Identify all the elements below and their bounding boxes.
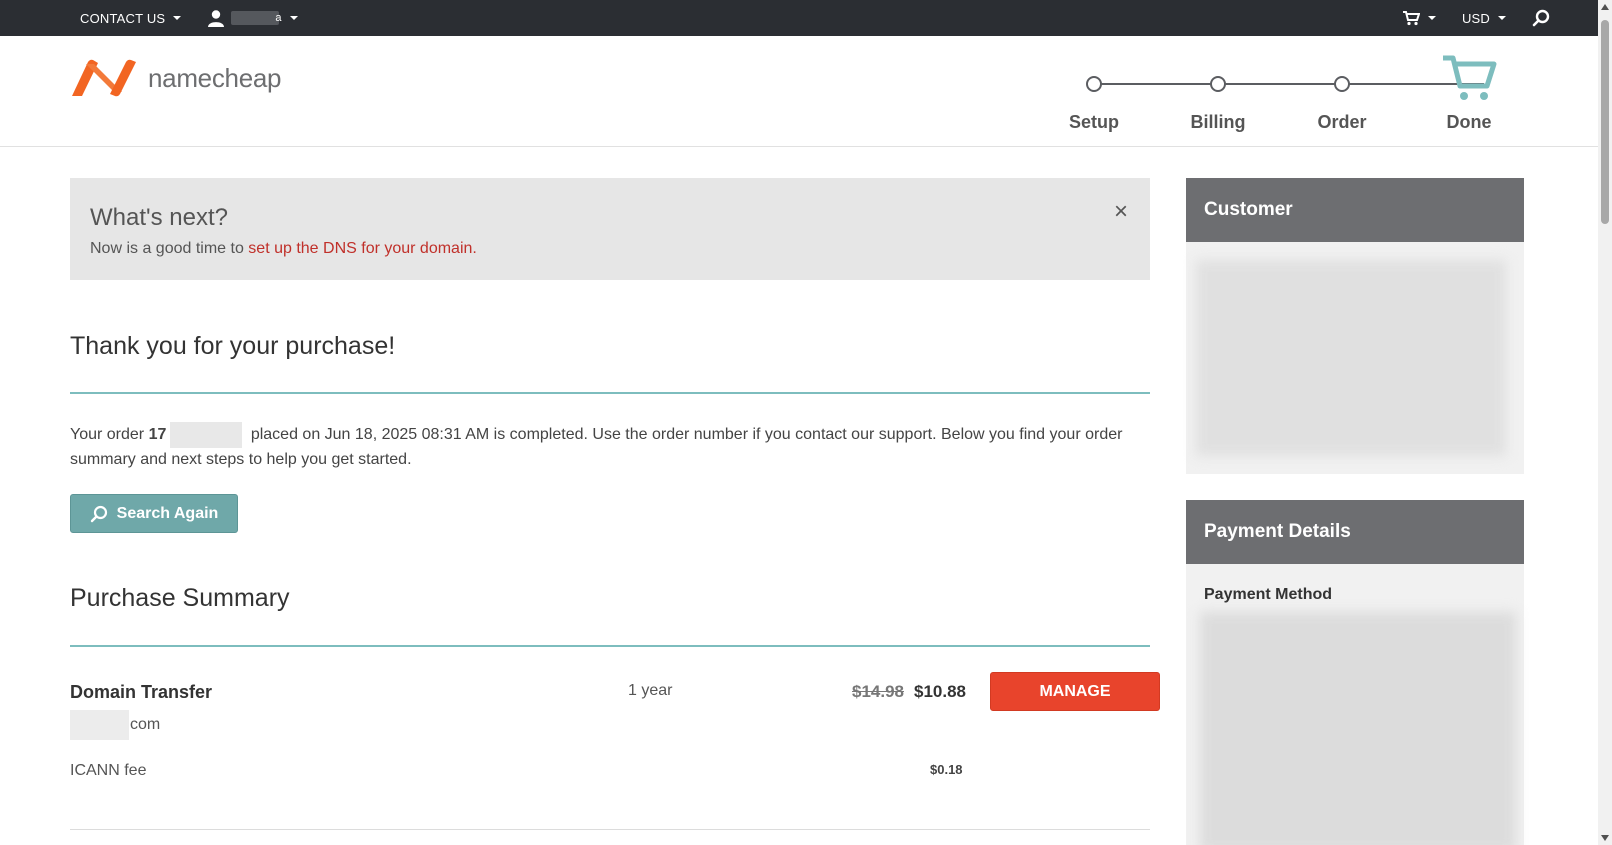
scrollbar-thumb[interactable] bbox=[1601, 20, 1609, 224]
dns-setup-link[interactable]: set up the DNS for your domain. bbox=[248, 240, 477, 257]
step-done-label: Done bbox=[1446, 112, 1492, 132]
page-title: Thank you for your purchase! bbox=[70, 332, 396, 360]
progress-line bbox=[1094, 83, 1484, 85]
whats-next-notice: What's next? Now is a good time to set u… bbox=[70, 178, 1150, 280]
product-name: Domain Transfer bbox=[70, 682, 213, 702]
cart-menu[interactable] bbox=[1402, 10, 1436, 26]
contact-us-menu[interactable]: CONTACT US bbox=[80, 10, 182, 26]
logo-text: namecheap bbox=[148, 62, 282, 93]
page: CONTACT US a USD namecheap Setup Billing… bbox=[0, 0, 1612, 845]
product-old-price: $14.98 bbox=[852, 682, 904, 701]
username-suffix: a bbox=[275, 12, 282, 24]
search-again-button[interactable]: Search Again bbox=[70, 494, 238, 533]
payment-details-panel: Payment Details Payment Method bbox=[1186, 500, 1524, 845]
currency-label: USD bbox=[1461, 10, 1490, 26]
order-number: 17 bbox=[148, 426, 167, 444]
currency-menu[interactable]: USD bbox=[1462, 11, 1506, 26]
whats-next-text: Now is a good time to set up the DNS for… bbox=[90, 240, 477, 258]
customer-panel-title: Customer bbox=[1186, 178, 1524, 242]
page-scrollbar[interactable] bbox=[1598, 0, 1612, 845]
whats-next-prefix: Now is a good time to bbox=[90, 240, 249, 257]
scroll-down-icon[interactable] bbox=[1601, 835, 1609, 841]
username-redacted bbox=[231, 11, 280, 25]
search-button[interactable] bbox=[1532, 9, 1550, 27]
search-again-label: Search Again bbox=[116, 504, 219, 522]
whats-next-title: What's next? bbox=[90, 204, 228, 231]
chevron-down-icon bbox=[289, 16, 298, 20]
checkout-progress: Setup Billing Order Done bbox=[1040, 46, 1510, 136]
top-bar-left: CONTACT US a bbox=[80, 0, 298, 36]
product-domain: com bbox=[70, 710, 160, 740]
customer-panel: Customer bbox=[1186, 178, 1524, 474]
step-setup-label: Setup bbox=[1068, 112, 1119, 132]
product-price: $10.88 bbox=[914, 682, 966, 701]
search-icon bbox=[90, 505, 107, 522]
user-icon bbox=[208, 10, 225, 27]
step-order-label: Order bbox=[1317, 112, 1367, 132]
header: namecheap Setup Billing Order Done bbox=[0, 36, 1598, 147]
order-number-redacted bbox=[170, 422, 243, 448]
payment-details-title: Payment Details bbox=[1186, 500, 1524, 564]
scroll-up-icon[interactable] bbox=[1601, 4, 1609, 10]
icann-fee-label: ICANN fee bbox=[70, 762, 147, 779]
payment-method-label: Payment Method bbox=[1204, 586, 1333, 603]
chevron-down-icon bbox=[1427, 16, 1436, 20]
user-account-menu[interactable]: a bbox=[207, 9, 298, 27]
divider bbox=[70, 645, 1150, 647]
payment-details-redacted bbox=[1200, 612, 1516, 845]
namecheap-logo-icon bbox=[72, 59, 136, 97]
done-cart-icon bbox=[1443, 55, 1497, 100]
step-setup-dot bbox=[1086, 76, 1102, 92]
top-bar: CONTACT US a USD bbox=[0, 0, 1598, 36]
contact-us-label: CONTACT US bbox=[80, 10, 166, 26]
domain-suffix: com bbox=[130, 716, 161, 733]
domain-redacted bbox=[70, 710, 129, 740]
order-prefix: Your order bbox=[70, 426, 149, 444]
purchase-summary-title: Purchase Summary bbox=[70, 584, 290, 612]
step-order-dot bbox=[1334, 76, 1350, 92]
logo[interactable]: namecheap bbox=[70, 58, 281, 98]
customer-details-redacted bbox=[1196, 260, 1506, 456]
order-confirmation-text: Your order 17 placed on Jun 18, 2025 08:… bbox=[70, 422, 1150, 472]
top-bar-right: USD bbox=[1402, 0, 1550, 36]
close-icon[interactable]: × bbox=[1114, 198, 1128, 226]
icann-fee-price: $0.18 bbox=[930, 762, 963, 777]
manage-button[interactable]: MANAGE bbox=[990, 672, 1160, 711]
divider bbox=[70, 829, 1150, 830]
step-billing-dot bbox=[1210, 76, 1226, 92]
search-icon bbox=[1532, 9, 1550, 27]
divider bbox=[70, 392, 1150, 394]
cart-icon bbox=[1402, 11, 1420, 26]
step-billing-label: Billing bbox=[1190, 112, 1246, 132]
product-period: 1 year bbox=[628, 682, 673, 699]
chevron-down-icon bbox=[173, 16, 182, 20]
chevron-down-icon bbox=[1498, 16, 1506, 20]
